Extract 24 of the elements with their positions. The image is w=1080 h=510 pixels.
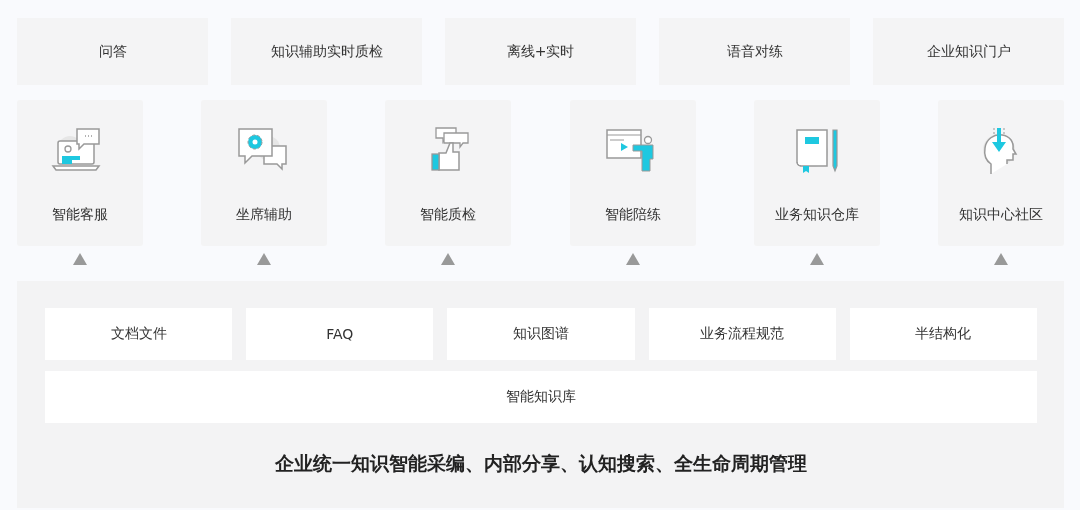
knowledge-base-label: 智能知识库 (45, 371, 1037, 423)
application-label: 智能陪练 (604, 206, 661, 224)
source-label: 知识图谱 (447, 308, 635, 360)
feature-label: 离线+实时 (445, 18, 636, 85)
feature-label: 语音对练 (659, 18, 850, 85)
source-label: 文档文件 (45, 308, 233, 360)
up-triangle-icon (809, 253, 824, 265)
source-label: 半结构化 (849, 308, 1037, 360)
application-label: 业务知识仓库 (774, 206, 859, 224)
feature-label: 知识辅助实时质检 (231, 18, 422, 85)
up-triangle-icon (73, 253, 87, 265)
source-label: FAQ (246, 308, 434, 360)
application-label: 知识中心社区 (958, 206, 1043, 224)
source-label: 业务流程规范 (648, 308, 836, 360)
application-label: 智能质检 (420, 206, 477, 224)
application-label: 坐席辅助 (236, 206, 293, 224)
tagline: 企业统一知识智能采编、内部分享、认知搜索、全生命周期管理 (274, 451, 808, 476)
feature-label: 问答 (17, 18, 208, 85)
up-triangle-icon (625, 253, 640, 265)
up-triangle-icon (441, 253, 456, 265)
application-label: 智能客服 (52, 206, 108, 224)
up-triangle-icon (257, 253, 272, 265)
feature-label: 企业知识门户 (873, 18, 1064, 85)
up-triangle-icon (993, 253, 1008, 265)
